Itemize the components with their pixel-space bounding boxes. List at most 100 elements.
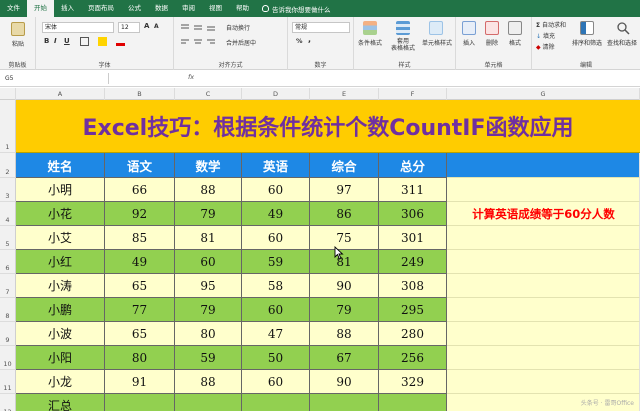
row-header-2[interactable]: 2 bbox=[0, 153, 16, 178]
score-cell[interactable]: 60 bbox=[242, 298, 310, 322]
g-column-cell[interactable] bbox=[447, 226, 640, 250]
score-cell[interactable]: 49 bbox=[105, 250, 175, 274]
name-cell[interactable]: 小花 bbox=[16, 202, 105, 226]
format-as-table-button[interactable]: 套用 表格格式 bbox=[388, 38, 418, 52]
number-format-select[interactable]: 常规 bbox=[292, 22, 350, 33]
score-cell[interactable]: 66 bbox=[105, 178, 175, 202]
score-cell[interactable]: 86 bbox=[310, 202, 379, 226]
sort-filter-button[interactable]: 排序和筛选 bbox=[570, 38, 604, 47]
sort-filter-icon[interactable] bbox=[580, 21, 594, 35]
score-cell[interactable]: 65 bbox=[105, 274, 175, 298]
score-cell[interactable]: 59 bbox=[242, 250, 310, 274]
row-header-1[interactable]: 1 bbox=[0, 100, 16, 153]
column-header-e[interactable]: E bbox=[310, 88, 379, 100]
comma-button[interactable]: , bbox=[308, 35, 311, 44]
percent-button[interactable]: % bbox=[296, 37, 303, 45]
fx-icon[interactable]: fx bbox=[188, 73, 194, 81]
underline-button[interactable]: U bbox=[64, 37, 70, 45]
name-box[interactable]: G5 bbox=[2, 73, 62, 84]
cell-styles-icon[interactable] bbox=[429, 21, 443, 35]
score-cell[interactable]: 58 bbox=[242, 274, 310, 298]
italic-button[interactable]: I bbox=[54, 37, 57, 45]
score-cell[interactable]: 81 bbox=[310, 250, 379, 274]
merge-center-button[interactable]: 合并后居中 bbox=[226, 38, 256, 47]
summary-cell[interactable] bbox=[175, 394, 242, 411]
g-column-cell[interactable] bbox=[447, 370, 640, 394]
format-as-table-icon[interactable] bbox=[396, 21, 410, 35]
column-header-g[interactable]: G bbox=[447, 88, 640, 100]
name-cell[interactable]: 小波 bbox=[16, 322, 105, 346]
score-cell[interactable]: 65 bbox=[105, 322, 175, 346]
column-header-b[interactable]: B bbox=[105, 88, 175, 100]
conditional-format-button[interactable]: 条件格式 bbox=[355, 38, 385, 47]
score-cell[interactable]: 92 bbox=[105, 202, 175, 226]
g-column-cell[interactable] bbox=[447, 298, 640, 322]
tell-me-box[interactable]: 告诉我你想要做什么 bbox=[262, 4, 331, 14]
score-cell[interactable]: 77 bbox=[105, 298, 175, 322]
score-cell[interactable]: 49 bbox=[242, 202, 310, 226]
name-cell[interactable]: 小涛 bbox=[16, 274, 105, 298]
name-cell[interactable]: 小龙 bbox=[16, 370, 105, 394]
score-cell[interactable]: 301 bbox=[379, 226, 447, 250]
score-cell[interactable]: 249 bbox=[379, 250, 447, 274]
tab-2[interactable]: 插入 bbox=[54, 0, 81, 17]
row-header-8[interactable]: 8 bbox=[0, 298, 16, 322]
insert-cells-button[interactable]: 插入 bbox=[459, 38, 479, 47]
insert-cells-icon[interactable] bbox=[462, 21, 476, 35]
header-cell[interactable]: 姓名 bbox=[16, 153, 105, 178]
tab-4[interactable]: 公式 bbox=[121, 0, 148, 17]
instruction-note[interactable]: 计算英语成绩等于60分人数 bbox=[447, 202, 640, 226]
name-cell[interactable]: 小艾 bbox=[16, 226, 105, 250]
score-cell[interactable]: 85 bbox=[105, 226, 175, 250]
score-cell[interactable]: 88 bbox=[175, 370, 242, 394]
fill-color-icon[interactable] bbox=[98, 37, 107, 46]
row-header-4[interactable]: 4 bbox=[0, 202, 16, 226]
conditional-format-icon[interactable] bbox=[363, 21, 377, 35]
column-header-d[interactable]: D bbox=[242, 88, 310, 100]
tab-8[interactable]: 帮助 bbox=[229, 0, 256, 17]
score-cell[interactable]: 308 bbox=[379, 274, 447, 298]
border-icon[interactable] bbox=[80, 37, 89, 46]
row-header-7[interactable]: 7 bbox=[0, 274, 16, 298]
score-cell[interactable]: 79 bbox=[175, 298, 242, 322]
score-cell[interactable]: 90 bbox=[310, 274, 379, 298]
find-select-button[interactable]: 查找和选择 bbox=[604, 38, 640, 47]
column-header-f[interactable]: F bbox=[379, 88, 447, 100]
row-header-9[interactable]: 9 bbox=[0, 322, 16, 346]
align-left-icons[interactable] bbox=[180, 38, 220, 47]
score-cell[interactable]: 91 bbox=[105, 370, 175, 394]
format-cells-button[interactable]: 格式 bbox=[505, 38, 525, 47]
title-cell[interactable]: Excel技巧：根据条件统计个数CountIF函数应用 bbox=[16, 100, 640, 153]
score-cell[interactable]: 60 bbox=[242, 226, 310, 250]
tab-5[interactable]: 数据 bbox=[148, 0, 175, 17]
font-name-select[interactable]: 宋体 bbox=[42, 22, 114, 33]
g-column-cell[interactable] bbox=[447, 346, 640, 370]
score-cell[interactable]: 60 bbox=[242, 370, 310, 394]
summary-cell[interactable] bbox=[105, 394, 175, 411]
score-cell[interactable]: 47 bbox=[242, 322, 310, 346]
clear-button[interactable]: ◆ 清除 bbox=[536, 42, 555, 51]
score-cell[interactable]: 59 bbox=[175, 346, 242, 370]
delete-cells-icon[interactable] bbox=[485, 21, 499, 35]
score-cell[interactable]: 280 bbox=[379, 322, 447, 346]
score-cell[interactable]: 60 bbox=[242, 178, 310, 202]
header-cell[interactable]: 语文 bbox=[105, 153, 175, 178]
font-color-icon[interactable] bbox=[116, 37, 125, 46]
row-header-5[interactable]: 5 bbox=[0, 226, 16, 250]
score-cell[interactable]: 75 bbox=[310, 226, 379, 250]
score-cell[interactable]: 80 bbox=[175, 322, 242, 346]
paste-button[interactable]: 粘贴 bbox=[6, 39, 30, 48]
autosum-button[interactable]: Σ 自动求和 bbox=[536, 20, 566, 29]
score-cell[interactable]: 50 bbox=[242, 346, 310, 370]
name-cell[interactable]: 小鹏 bbox=[16, 298, 105, 322]
header-cell[interactable]: 综合 bbox=[310, 153, 379, 178]
g-column-cell[interactable] bbox=[447, 322, 640, 346]
summary-cell[interactable] bbox=[242, 394, 310, 411]
score-cell[interactable]: 95 bbox=[175, 274, 242, 298]
align-top-icons[interactable] bbox=[180, 23, 220, 32]
row-header-3[interactable]: 3 bbox=[0, 178, 16, 202]
tab-0[interactable]: 文件 bbox=[0, 0, 27, 17]
score-cell[interactable]: 79 bbox=[175, 202, 242, 226]
header-cell-g[interactable] bbox=[447, 153, 640, 178]
row-header-12[interactable]: 12 bbox=[0, 394, 16, 411]
